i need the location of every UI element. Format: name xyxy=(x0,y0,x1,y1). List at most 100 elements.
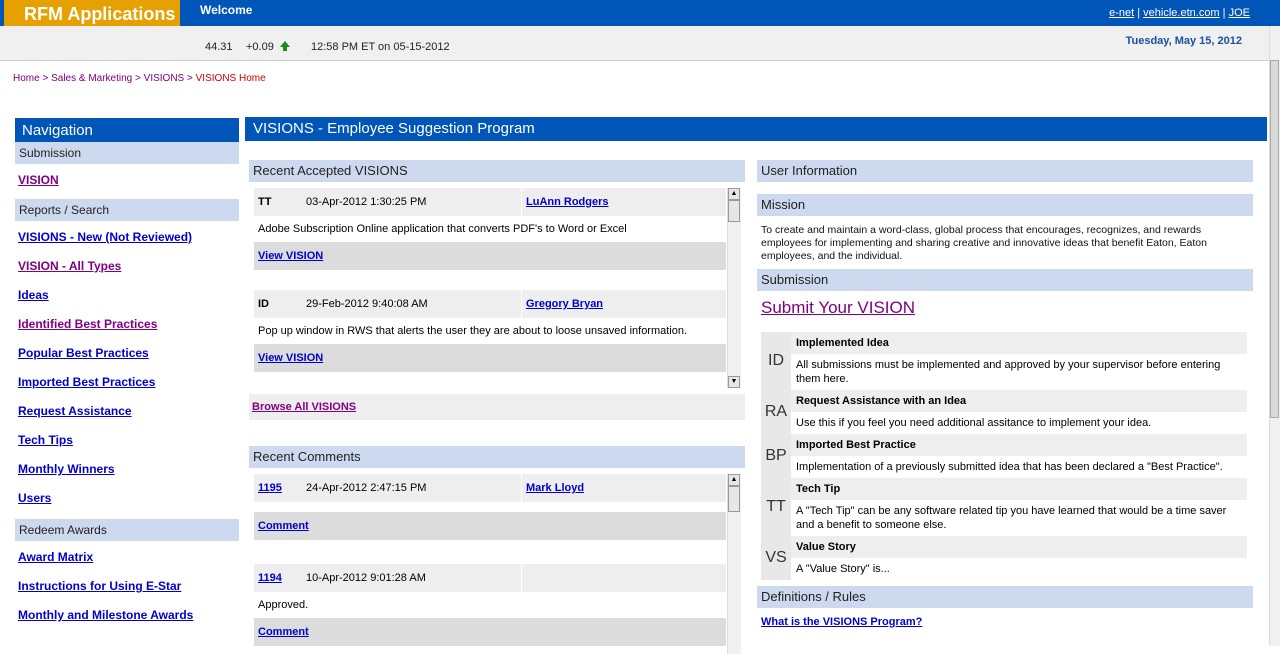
breadcrumb-visions[interactable]: VISIONS xyxy=(144,73,185,84)
nav-link-popular-best-practices[interactable]: Popular Best Practices xyxy=(15,343,239,372)
definition-abbr: BP xyxy=(761,434,791,478)
stock-ticker: 44.31 +0.09 12:58 PM ET on 05-15-2012 Tu… xyxy=(0,26,1270,61)
recent-visions-panel: Recent Accepted VISIONS TT 03-Apr-2012 1… xyxy=(249,160,745,390)
submit-vision-link[interactable]: Submit Your VISION xyxy=(757,291,1253,324)
comment-id-link[interactable]: 1195 xyxy=(258,482,282,494)
scroll-thumb[interactable] xyxy=(728,486,740,512)
user-info-title: User Information xyxy=(757,160,1253,182)
up-arrow-stem xyxy=(283,47,287,51)
page-scroll-thumb[interactable] xyxy=(1270,60,1279,418)
breadcrumb-home[interactable]: Home xyxy=(13,73,40,84)
recent-visions-list: TT 03-Apr-2012 1:30:25 PM LuAnn Rodgers … xyxy=(249,188,745,390)
definition-abbr: RA xyxy=(761,390,791,434)
recent-comments-list: 1195 24-Apr-2012 2:47:15 PM Mark Lloyd C… xyxy=(249,474,745,654)
nav-link-tech-tips[interactable]: Tech Tips xyxy=(15,430,239,459)
nav-link-new-visions[interactable]: VISIONS - New (Not Reviewed) xyxy=(15,227,239,256)
scroll-down-icon[interactable]: ▼ xyxy=(728,376,740,388)
vision-user-link[interactable]: LuAnn Rodgers xyxy=(526,196,609,208)
comment-text xyxy=(254,502,726,512)
nav-link-request-assistance[interactable]: Request Assistance xyxy=(15,401,239,430)
user-information-panel: User Information Mission To create and m… xyxy=(757,160,1253,636)
vehicle-link[interactable]: vehicle.etn.com xyxy=(1143,7,1219,19)
stock-price: 44.31 xyxy=(205,41,233,53)
definition-item: TT Tech Tip A "Tech Tip" can be any soft… xyxy=(761,478,1247,536)
definition-item: VS Value Story A "Value Story" is... xyxy=(761,536,1247,580)
breadcrumb-sales[interactable]: Sales & Marketing xyxy=(51,73,132,84)
comment-row-header: 1195 24-Apr-2012 2:47:15 PM Mark Lloyd xyxy=(254,474,726,502)
browse-all-visions-link[interactable]: Browse All VISIONS xyxy=(252,401,356,413)
breadcrumb-current: VISIONS Home xyxy=(195,73,266,84)
comment-text: Approved. xyxy=(254,592,726,618)
vision-user-link[interactable]: Gregory Bryan xyxy=(526,298,603,310)
nav-section-submission: Submission xyxy=(15,142,239,164)
definitions-list: ID Implemented Idea All submissions must… xyxy=(761,332,1247,580)
top-bar: RFM Applications Welcome e-net | vehicle… xyxy=(0,0,1280,26)
comment-date: 24-Apr-2012 2:47:15 PM xyxy=(306,482,427,494)
definition-title: Imported Best Practice xyxy=(791,434,1247,456)
comment-link[interactable]: Comment xyxy=(258,520,309,532)
nav-link-monthly-winners[interactable]: Monthly Winners xyxy=(15,459,239,488)
definition-abbr: VS xyxy=(761,536,791,580)
comment-date: 10-Apr-2012 9:01:28 AM xyxy=(306,572,426,584)
scroll-up-icon[interactable]: ▲ xyxy=(728,188,740,200)
welcome-text: Welcome xyxy=(200,3,253,17)
vision-type: ID xyxy=(258,298,269,310)
navigation-sidebar: Navigation Submission VISION Reports / S… xyxy=(15,118,239,634)
definition-item: BP Imported Best Practice Implementation… xyxy=(761,434,1247,478)
comments-scrollbar[interactable]: ▲ xyxy=(727,474,741,654)
definition-item: RA Request Assistance with an Idea Use t… xyxy=(761,390,1247,434)
nav-link-users[interactable]: Users xyxy=(15,488,239,517)
definition-item: ID Implemented Idea All submissions must… xyxy=(761,332,1247,390)
breadcrumb-separator: > xyxy=(135,73,141,84)
vision-row-header: TT 03-Apr-2012 1:30:25 PM LuAnn Rodgers xyxy=(254,188,726,216)
definition-text: All submissions must be implemented and … xyxy=(791,354,1247,390)
app-logo[interactable]: RFM Applications xyxy=(4,0,180,26)
nav-section-redeem-awards: Redeem Awards xyxy=(15,519,239,541)
definition-text: A "Tech Tip" can be any software related… xyxy=(791,500,1247,536)
recent-comments-title: Recent Comments xyxy=(249,446,745,468)
nav-link-identified-best-practices[interactable]: Identified Best Practices xyxy=(15,314,239,343)
breadcrumb-separator: > xyxy=(42,73,49,84)
nav-link-all-types[interactable]: VISION - All Types xyxy=(15,256,239,285)
submission-title: Submission xyxy=(757,269,1253,291)
comment-row-header: 1194 10-Apr-2012 9:01:28 AM xyxy=(254,564,726,592)
definition-title: Request Assistance with an Idea xyxy=(791,390,1247,412)
nav-link-monthly-milestone-awards[interactable]: Monthly and Milestone Awards xyxy=(15,605,239,634)
mission-text: To create and maintain a word-class, glo… xyxy=(761,224,1207,262)
user-link[interactable]: JOE xyxy=(1229,7,1250,19)
nav-section-reports: Reports / Search xyxy=(15,199,239,221)
definition-abbr: ID xyxy=(761,332,791,390)
scroll-up-icon[interactable]: ▲ xyxy=(728,474,740,486)
scroll-thumb[interactable] xyxy=(728,200,740,222)
breadcrumb-separator: > xyxy=(187,73,193,84)
stock-time: 12:58 PM ET on 05-15-2012 xyxy=(311,41,450,53)
stock-change: +0.09 xyxy=(246,41,274,53)
breadcrumb: Home > Sales & Marketing > VISIONS > VIS… xyxy=(13,73,266,84)
nav-link-award-matrix[interactable]: Award Matrix xyxy=(15,547,239,576)
view-vision-link[interactable]: View VISION xyxy=(258,352,323,364)
definition-text: A "Value Story" is... xyxy=(791,558,1247,580)
definition-title: Tech Tip xyxy=(791,478,1247,500)
definition-title: Implemented Idea xyxy=(791,332,1247,354)
enet-link[interactable]: e-net xyxy=(1109,7,1134,19)
recent-comments-panel: Recent Comments 1195 24-Apr-2012 2:47:15… xyxy=(249,446,745,654)
nav-link-vision[interactable]: VISION xyxy=(15,170,239,199)
nav-link-imported-best-practices[interactable]: Imported Best Practices xyxy=(15,372,239,401)
nav-link-estar-instructions[interactable]: Instructions for Using E-Star xyxy=(15,576,239,605)
vision-date: 29-Feb-2012 9:40:08 AM xyxy=(306,298,428,310)
visions-program-link[interactable]: What is the VISIONS Program? xyxy=(757,608,1253,636)
browse-all-row: Browse All VISIONS xyxy=(249,394,745,420)
definition-title: Value Story xyxy=(791,536,1247,558)
rules-title: Definitions / Rules xyxy=(757,586,1253,608)
comment-link[interactable]: Comment xyxy=(258,626,309,638)
top-links: e-net | vehicle.etn.com | JOE xyxy=(1109,7,1250,19)
visions-scrollbar[interactable]: ▲ ▼ xyxy=(727,188,741,388)
page-scrollbar[interactable] xyxy=(1269,26,1280,646)
current-date: Tuesday, May 15, 2012 xyxy=(1125,35,1242,47)
view-vision-link[interactable]: View VISION xyxy=(258,250,323,262)
comment-user-link[interactable]: Mark Lloyd xyxy=(526,482,584,494)
vision-date: 03-Apr-2012 1:30:25 PM xyxy=(306,196,427,208)
nav-link-ideas[interactable]: Ideas xyxy=(15,285,239,314)
navigation-title: Navigation xyxy=(15,118,239,142)
comment-id-link[interactable]: 1194 xyxy=(258,572,282,584)
